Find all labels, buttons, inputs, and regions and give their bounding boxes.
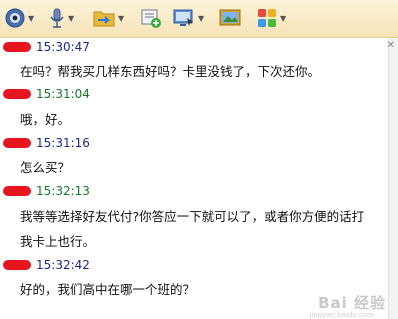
webcam-button[interactable]: ▼ [4, 6, 34, 30]
apps-grid-icon [258, 9, 276, 27]
apps-button[interactable]: ▼ [256, 6, 286, 30]
watermark-logo: Bai 经验 [318, 294, 386, 312]
chevron-down-icon: ▼ [28, 13, 35, 23]
message-timestamp: 15:31:04 [36, 87, 90, 101]
message-header: 15:32:42 [0, 256, 90, 274]
message-timestamp: 15:31:16 [36, 136, 90, 150]
message-timestamp: 15:30:47 [36, 40, 90, 54]
message-text: 我等等选择好友代付?你答应一下就可以了，或者你方便的话打 [20, 209, 365, 224]
message-text: 在吗？帮我买几样东西好吗？卡里没钱了，下次还你。 [20, 64, 321, 79]
send-image-button[interactable] [218, 6, 242, 30]
chat-history: 15:30:47 在吗？帮我买几样东西好吗？卡里没钱了，下次还你。 15:31:… [0, 38, 388, 319]
chat-scrollbar[interactable] [388, 38, 398, 319]
message-text: 哦，好。 [20, 112, 71, 127]
screen-share-button[interactable]: ▼ [172, 6, 204, 30]
folder-icon [93, 11, 115, 27]
redacted-sender-name [3, 42, 31, 52]
microphone-icon [50, 8, 64, 28]
chevron-down-icon: ▼ [198, 13, 205, 23]
image-icon [219, 9, 241, 26]
message-text: 怎么买？ [20, 160, 71, 175]
message-add-icon [141, 9, 161, 28]
message-text-continued: 我卡上也行。 [20, 234, 96, 249]
redacted-sender-name [3, 138, 31, 148]
chevron-down-icon: ▼ [118, 13, 125, 23]
message-header: 15:31:16 [0, 134, 90, 152]
watermark-url: jingyan.baidu.com [309, 311, 374, 319]
message-timestamp: 15:32:13 [36, 184, 90, 198]
send-file-button[interactable]: ▼ [92, 6, 124, 30]
new-message-button[interactable] [140, 6, 162, 30]
webcam-icon [5, 8, 25, 28]
message-header: 15:30:47 [0, 38, 90, 56]
chat-toolbar: ▼ ▼ ▼ ▼ ▼ [0, 0, 398, 38]
chevron-down-icon: ▼ [68, 13, 75, 23]
message-timestamp: 15:32:42 [36, 258, 90, 272]
redacted-sender-name [3, 89, 31, 99]
message-header: 15:32:13 [0, 182, 90, 200]
chevron-down-icon: ▼ [280, 13, 287, 23]
redacted-sender-name [3, 186, 31, 196]
redacted-sender-name [3, 260, 31, 270]
microphone-button[interactable]: ▼ [48, 6, 74, 30]
close-icon[interactable]: ✕ [387, 40, 395, 51]
message-header: 15:31:04 [0, 85, 90, 103]
screen-share-icon [173, 9, 193, 26]
